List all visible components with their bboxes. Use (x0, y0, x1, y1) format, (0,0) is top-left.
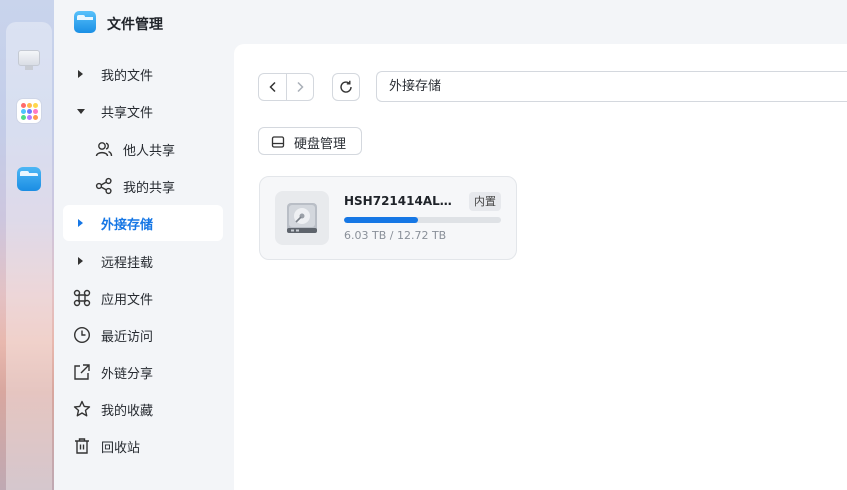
sidebar-item-label: 应用文件 (101, 292, 154, 308)
app-grid-icon[interactable] (17, 99, 41, 123)
disk-management-button[interactable]: 硬盘管理 (258, 127, 362, 155)
sidebar-item-label: 外接存储 (101, 217, 154, 233)
disk-type-badge: 内置 (469, 192, 501, 211)
monitor-icon[interactable] (17, 48, 41, 72)
file-manager-dock-icon[interactable] (17, 167, 41, 191)
refresh-icon (340, 80, 352, 93)
back-button[interactable] (259, 74, 286, 100)
sidebar-item-label: 我的文件 (101, 68, 154, 84)
sidebar-item-shared-files[interactable]: 共享文件 (63, 93, 223, 129)
disk-card[interactable]: HSH721414ALN6... 内置 6.03 TB / 12.72 TB (259, 176, 517, 260)
star-icon (73, 400, 91, 417)
caret-down-icon (77, 109, 85, 114)
caret-right-icon (78, 219, 83, 227)
sidebar-item-label: 外链分享 (101, 366, 154, 382)
disk-usage-text: 6.03 TB / 12.72 TB (344, 229, 447, 242)
clock-icon (73, 326, 91, 344)
sidebar-item-label: 我的共享 (123, 180, 176, 196)
sidebar-item-label: 最近访问 (101, 329, 154, 345)
file-manager-window: 文件管理 我的文件 共享文件 他人共享 我的共享 外接存储 远程挂载 应用文件 … (54, 0, 847, 490)
share-icon (95, 177, 112, 195)
sidebar-item-app-files[interactable]: 应用文件 (63, 280, 223, 316)
sidebar-item-external-share[interactable]: 外链分享 (63, 354, 223, 390)
forward-button[interactable] (286, 74, 313, 100)
main-panel: 外接存储 硬盘管理 HSH721414ALN6... 内置 6.03 TB / … (234, 44, 847, 490)
caret-right-icon (78, 257, 83, 265)
external-share-icon (74, 364, 90, 380)
titlebar: 文件管理 (54, 0, 847, 44)
sidebar-item-label: 共享文件 (101, 105, 154, 121)
sidebar-item-recycle-bin[interactable]: 回收站 (63, 428, 223, 464)
command-icon (73, 289, 91, 307)
chevron-right-icon (297, 81, 304, 93)
sidebar-item-shared-with-me[interactable]: 他人共享 (63, 131, 223, 167)
sidebar-item-label: 回收站 (101, 440, 141, 456)
folder-app-icon (74, 11, 96, 33)
sidebar-item-label: 我的收藏 (101, 403, 154, 419)
disk-management-label: 硬盘管理 (294, 137, 347, 152)
sidebar-item-favorites[interactable]: 我的收藏 (63, 391, 223, 427)
caret-right-icon (78, 70, 83, 78)
dock-panel (6, 22, 52, 490)
app-title: 文件管理 (107, 17, 163, 33)
sidebar-item-label: 远程挂载 (101, 255, 154, 271)
sidebar: 我的文件 共享文件 他人共享 我的共享 外接存储 远程挂载 应用文件 最近访问 … (54, 44, 232, 490)
sidebar-item-external-storage[interactable]: 外接存储 (63, 205, 223, 241)
desktop-dock (0, 0, 54, 490)
drive-icon (271, 136, 285, 148)
trash-icon (75, 438, 89, 454)
history-nav-group (258, 73, 314, 101)
people-icon (95, 142, 113, 157)
disk-name: HSH721414ALN6... (344, 194, 460, 208)
sidebar-item-recent[interactable]: 最近访问 (63, 317, 223, 353)
hard-disk-icon (275, 191, 329, 245)
sidebar-item-my-files[interactable]: 我的文件 (63, 56, 223, 92)
sidebar-item-label: 他人共享 (123, 143, 176, 159)
sidebar-item-my-shares[interactable]: 我的共享 (63, 168, 223, 204)
chevron-left-icon (268, 81, 276, 93)
disk-usage-fill (344, 217, 419, 223)
path-bar[interactable]: 外接存储 (376, 71, 847, 102)
disk-usage-bar (344, 217, 501, 223)
sidebar-item-remote-mount[interactable]: 远程挂载 (63, 243, 223, 279)
refresh-button[interactable] (332, 73, 360, 101)
